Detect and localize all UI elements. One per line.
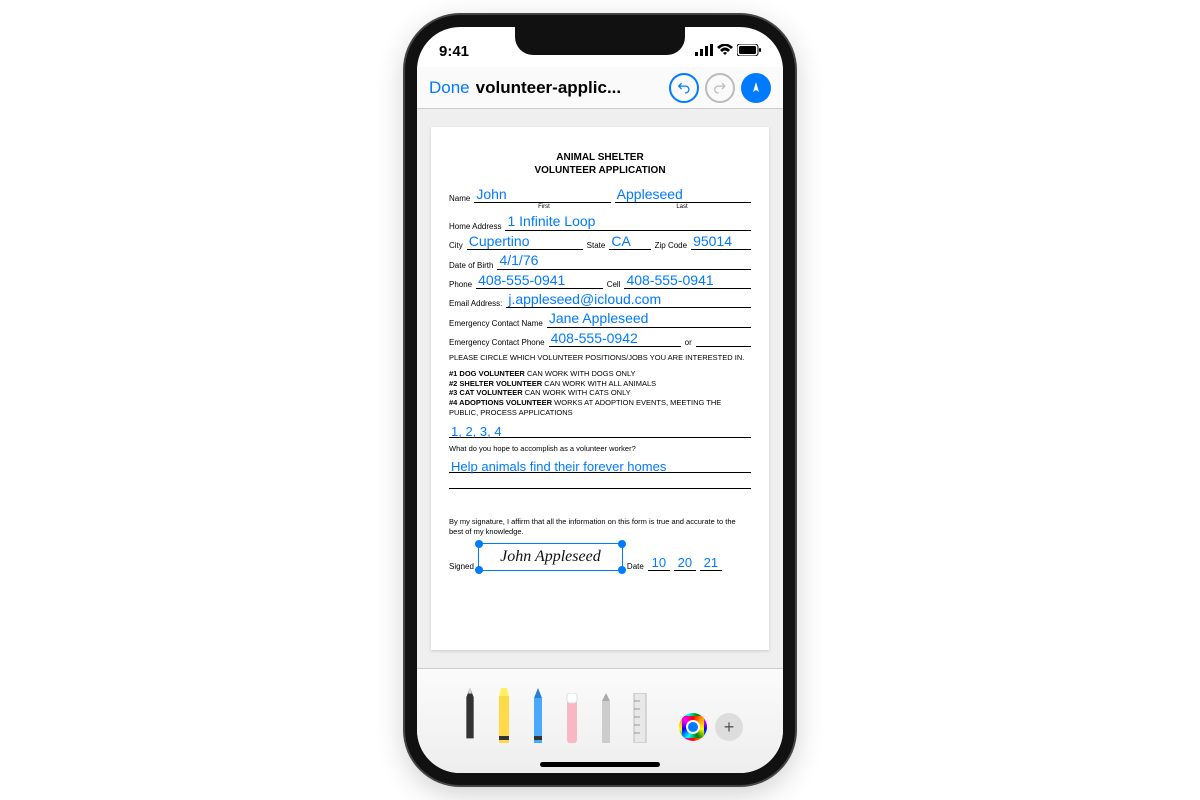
field-goal[interactable]: Help animals find their forever homes xyxy=(449,459,751,473)
field-date-y[interactable]: 21 xyxy=(700,555,722,571)
instructions-text: PLEASE CIRCLE WHICH VOLUNTEER POSITIONS/… xyxy=(449,353,751,363)
battery-icon xyxy=(737,43,761,60)
status-time: 9:41 xyxy=(439,43,469,60)
iphone-frame: 9:41 Done volunteer-applic... xyxy=(405,15,795,785)
signature-selection[interactable]: John Appleseed xyxy=(478,543,623,571)
field-cell[interactable]: 408-555-0941 xyxy=(624,273,751,289)
resize-handle-tr[interactable] xyxy=(618,540,626,548)
label-email: Email Address: xyxy=(449,299,502,308)
label-state: State xyxy=(587,241,606,250)
field-phone[interactable]: 408-555-0941 xyxy=(476,273,603,289)
field-positions[interactable]: 1, 2, 3, 4 xyxy=(449,424,751,438)
document-viewport[interactable]: ANIMAL SHELTERVOLUNTEER APPLICATION Name… xyxy=(417,109,783,668)
field-first-name[interactable]: John xyxy=(474,187,610,203)
pdf-page[interactable]: ANIMAL SHELTERVOLUNTEER APPLICATION Name… xyxy=(431,127,769,650)
field-city[interactable]: Cupertino xyxy=(467,234,583,250)
done-button[interactable]: Done xyxy=(429,78,470,98)
redo-button xyxy=(705,73,735,103)
eraser-tool[interactable] xyxy=(559,688,585,743)
notch xyxy=(515,27,685,55)
field-email[interactable]: j.appleseed@icloud.com xyxy=(506,292,751,308)
label-dob: Date of Birth xyxy=(449,261,493,270)
field-date-m[interactable]: 10 xyxy=(648,555,670,571)
label-or: or xyxy=(685,338,692,347)
label-city: City xyxy=(449,241,463,250)
markup-button[interactable] xyxy=(741,73,771,103)
current-color-icon xyxy=(686,720,700,734)
field-date-d[interactable]: 20 xyxy=(674,555,696,571)
undo-button[interactable] xyxy=(669,73,699,103)
question-text: What do you hope to accomplish as a volu… xyxy=(449,444,751,454)
field-dob[interactable]: 4/1/76 xyxy=(497,253,751,269)
label-em-name: Emergency Contact Name xyxy=(449,319,543,328)
label-em-phone: Emergency Contact Phone xyxy=(449,338,545,347)
pen-tool[interactable] xyxy=(457,688,483,743)
affirmation-text: By my signature, I affirm that all the i… xyxy=(449,517,751,537)
field-em-phone[interactable]: 408-555-0942 xyxy=(549,331,681,347)
field-em-alt[interactable] xyxy=(696,346,751,347)
sublabel-first: First xyxy=(475,204,613,210)
label-name: Name xyxy=(449,194,470,203)
document-title: volunteer-applic... xyxy=(476,78,621,98)
nav-bar: Done volunteer-applic... xyxy=(417,67,783,109)
markup-toolbar: + xyxy=(417,668,783,773)
cellular-icon xyxy=(695,43,713,60)
signature-image[interactable]: John Appleseed xyxy=(500,548,601,566)
field-zip[interactable]: 95014 xyxy=(691,234,751,250)
form-header: ANIMAL SHELTERVOLUNTEER APPLICATION xyxy=(449,151,751,177)
label-cell: Cell xyxy=(607,280,621,289)
field-state[interactable]: CA xyxy=(609,234,650,250)
label-signed: Signed xyxy=(449,562,474,571)
ruler-tool[interactable] xyxy=(627,688,653,743)
label-date: Date xyxy=(627,562,644,571)
roles-list: #1 DOG VOLUNTEER CAN WORK WITH DOGS ONLY… xyxy=(449,369,751,418)
highlighter-tool[interactable] xyxy=(491,688,517,743)
add-annotation-button[interactable]: + xyxy=(715,713,743,741)
label-phone: Phone xyxy=(449,280,472,289)
resize-handle-br[interactable] xyxy=(618,566,626,574)
resize-handle-tl[interactable] xyxy=(475,540,483,548)
label-zip: Zip Code xyxy=(655,241,687,250)
wifi-icon xyxy=(717,43,733,60)
home-indicator[interactable] xyxy=(540,762,660,767)
color-picker-button[interactable] xyxy=(679,713,707,741)
label-address: Home Address xyxy=(449,222,501,231)
sublabel-last: Last xyxy=(613,204,751,210)
pencil-tool[interactable] xyxy=(525,688,551,743)
field-goal-2[interactable] xyxy=(449,475,751,489)
field-em-name[interactable]: Jane Appleseed xyxy=(547,311,751,327)
field-address[interactable]: 1 Infinite Loop xyxy=(505,214,751,230)
resize-handle-bl[interactable] xyxy=(475,566,483,574)
lasso-tool[interactable] xyxy=(593,688,619,743)
field-last-name[interactable]: Appleseed xyxy=(615,187,751,203)
